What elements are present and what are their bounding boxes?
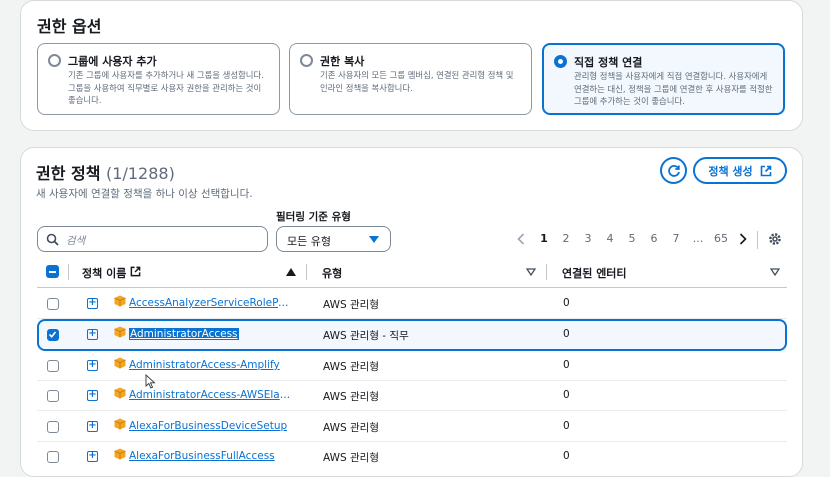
page-6[interactable]: 6 — [647, 232, 661, 245]
attached-entities: 0 — [563, 450, 570, 462]
permission-options-panel: 권한 옵션 그룹에 사용자 추가 기존 그룹에 사용자를 추가하거나 새 그룹을… — [20, 0, 803, 131]
column-name-label: 정책 이름 — [82, 267, 127, 280]
column-divider — [546, 264, 547, 280]
policy-type: AWS 관리형 - 직무 — [323, 330, 409, 342]
search-field[interactable]: 검색 — [37, 226, 268, 252]
attached-entities: 0 — [563, 328, 570, 340]
policy-type: AWS 관리형 — [323, 391, 379, 403]
aws-managed-package-icon — [114, 387, 126, 399]
policy-type: AWS 관리형 — [323, 452, 379, 464]
row-checkbox[interactable] — [47, 421, 59, 433]
policy-type: AWS 관리형 — [323, 422, 379, 434]
sort-icon[interactable] — [770, 268, 780, 276]
external-link-icon — [130, 266, 141, 277]
policy-name-link[interactable]: AlexaForBusinessFullAccess — [129, 450, 275, 462]
radio-button[interactable] — [48, 54, 61, 67]
aws-managed-package-icon — [114, 326, 126, 338]
page-ellipsis: ... — [692, 232, 704, 245]
sort-icon[interactable] — [526, 268, 536, 276]
mouse-cursor-icon — [145, 374, 156, 389]
create-policy-label: 정책 생성 — [708, 164, 753, 178]
table-row[interactable]: + AlexaForBusinessFullAccess AWS 관리형 0 — [37, 442, 787, 465]
expand-plus-icon[interactable]: + — [87, 390, 98, 401]
option-copy-permissions[interactable]: 권한 복사 기존 사용자의 모든 그룹 멤버십, 연결된 관리형 정책 및 인라… — [289, 43, 532, 115]
policies-title: 권한 정책 (1/1288) — [36, 160, 175, 184]
option-title: 직접 정책 연결 — [574, 56, 643, 69]
radio-button[interactable] — [300, 54, 313, 67]
search-icon — [46, 233, 59, 246]
policy-name-link[interactable]: AccessAnalyzerServiceRolePol... — [129, 297, 294, 309]
refresh-button[interactable] — [660, 157, 687, 184]
page-4[interactable]: 4 — [603, 232, 617, 245]
chevron-right-icon[interactable] — [739, 233, 747, 245]
option-title: 권한 복사 — [320, 55, 365, 68]
policy-name-link[interactable]: AlexaForBusinessDeviceSetup — [129, 420, 287, 432]
type-filter-value: 모든 유형 — [287, 235, 331, 248]
option-description: 기존 그룹에 사용자를 추가하거나 새 그룹을 생성합니다. 그룹을 사용하여 … — [68, 70, 264, 105]
policy-type: AWS 관리형 — [323, 361, 379, 373]
attached-entities: 0 — [563, 359, 570, 371]
page-65[interactable]: 65 — [712, 232, 730, 245]
checkmark-icon — [48, 331, 57, 338]
filter-label: 필터링 기준 유형 — [276, 211, 351, 223]
policies-title-text: 권한 정책 — [36, 164, 101, 183]
page-7[interactable]: 7 — [669, 232, 683, 245]
radio-button-selected[interactable] — [554, 55, 567, 68]
search-placeholder: 검색 — [66, 235, 86, 247]
row-checkbox[interactable] — [47, 390, 59, 402]
settings-gear-icon[interactable] — [768, 232, 782, 246]
column-header-entities[interactable]: 연결된 엔터티 — [562, 265, 627, 281]
table-row[interactable]: + AccessAnalyzerServiceRolePol... AWS 관리… — [37, 289, 787, 319]
aws-managed-package-icon — [114, 357, 126, 369]
attached-entities: 0 — [563, 420, 570, 432]
select-all-checkbox[interactable] — [46, 265, 59, 278]
table-row[interactable]: + AlexaForBusinessDeviceSetup AWS 관리형 0 — [37, 412, 787, 442]
policy-name-link[interactable]: AdministratorAccess-Amplify — [129, 359, 280, 371]
expand-plus-icon[interactable]: + — [87, 451, 98, 462]
policy-name-link[interactable]: AdministratorAccess-AWSElas... — [129, 389, 294, 401]
policy-type: AWS 관리형 — [323, 299, 379, 311]
external-link-icon — [760, 165, 771, 176]
sort-ascending-icon[interactable] — [286, 268, 296, 276]
expand-plus-icon[interactable]: + — [87, 298, 98, 309]
expand-plus-icon[interactable]: + — [87, 421, 98, 432]
create-policy-button[interactable]: 정책 생성 — [693, 157, 787, 184]
policies-count: (1/1288) — [106, 164, 175, 183]
option-title: 그룹에 사용자 추가 — [68, 55, 157, 68]
expand-plus-icon[interactable]: + — [87, 360, 98, 371]
page-5[interactable]: 5 — [625, 232, 639, 245]
attached-entities: 0 — [563, 389, 570, 401]
type-filter-select[interactable]: 모든 유형 — [276, 226, 391, 252]
column-divider — [306, 264, 307, 280]
row-checkbox[interactable] — [47, 451, 59, 463]
option-description: 기존 사용자의 모든 그룹 멤버십, 연결된 관리형 정책 및 인라인 정책을 … — [320, 70, 514, 93]
row-checkbox[interactable] — [47, 298, 59, 310]
permission-options-title: 권한 옵션 — [37, 17, 102, 36]
column-header-policy-name[interactable]: 정책 이름 — [82, 265, 126, 281]
aws-managed-package-icon — [114, 448, 126, 460]
aws-managed-package-icon — [114, 295, 126, 307]
column-divider — [68, 264, 69, 280]
column-header-type[interactable]: 유형 — [322, 265, 342, 281]
policies-subtitle: 새 사용자에 연결할 정책을 하나 이상 선택합니다. — [36, 188, 253, 200]
row-checkbox[interactable] — [47, 360, 59, 372]
page-2[interactable]: 2 — [559, 232, 573, 245]
table-header-divider — [37, 287, 787, 288]
page-1[interactable]: 1 — [537, 232, 551, 245]
policy-name-link[interactable]: AdministratorAccess — [129, 328, 239, 340]
attached-entities: 0 — [563, 297, 570, 309]
option-add-to-group[interactable]: 그룹에 사용자 추가 기존 그룹에 사용자를 추가하거나 새 그룹을 생성합니다… — [37, 43, 280, 115]
pagination-divider — [757, 231, 758, 249]
page-3[interactable]: 3 — [581, 232, 595, 245]
chevron-left-icon[interactable] — [517, 233, 525, 245]
expand-plus-icon[interactable]: + — [87, 329, 98, 340]
refresh-icon — [667, 164, 680, 177]
option-attach-policies[interactable]: 직접 정책 연결 관리형 정책을 사용자에게 직접 연결합니다. 사용자에게 연… — [542, 43, 785, 115]
row-checkbox-checked[interactable] — [47, 329, 59, 341]
aws-managed-package-icon — [114, 418, 126, 430]
option-description: 관리형 정책을 사용자에게 직접 연결합니다. 사용자에게 연결하는 대신, 정… — [574, 71, 773, 106]
table-row-selected[interactable]: + AdministratorAccess AWS 관리형 - 직무 0 — [37, 319, 787, 351]
caret-down-icon — [369, 236, 379, 243]
